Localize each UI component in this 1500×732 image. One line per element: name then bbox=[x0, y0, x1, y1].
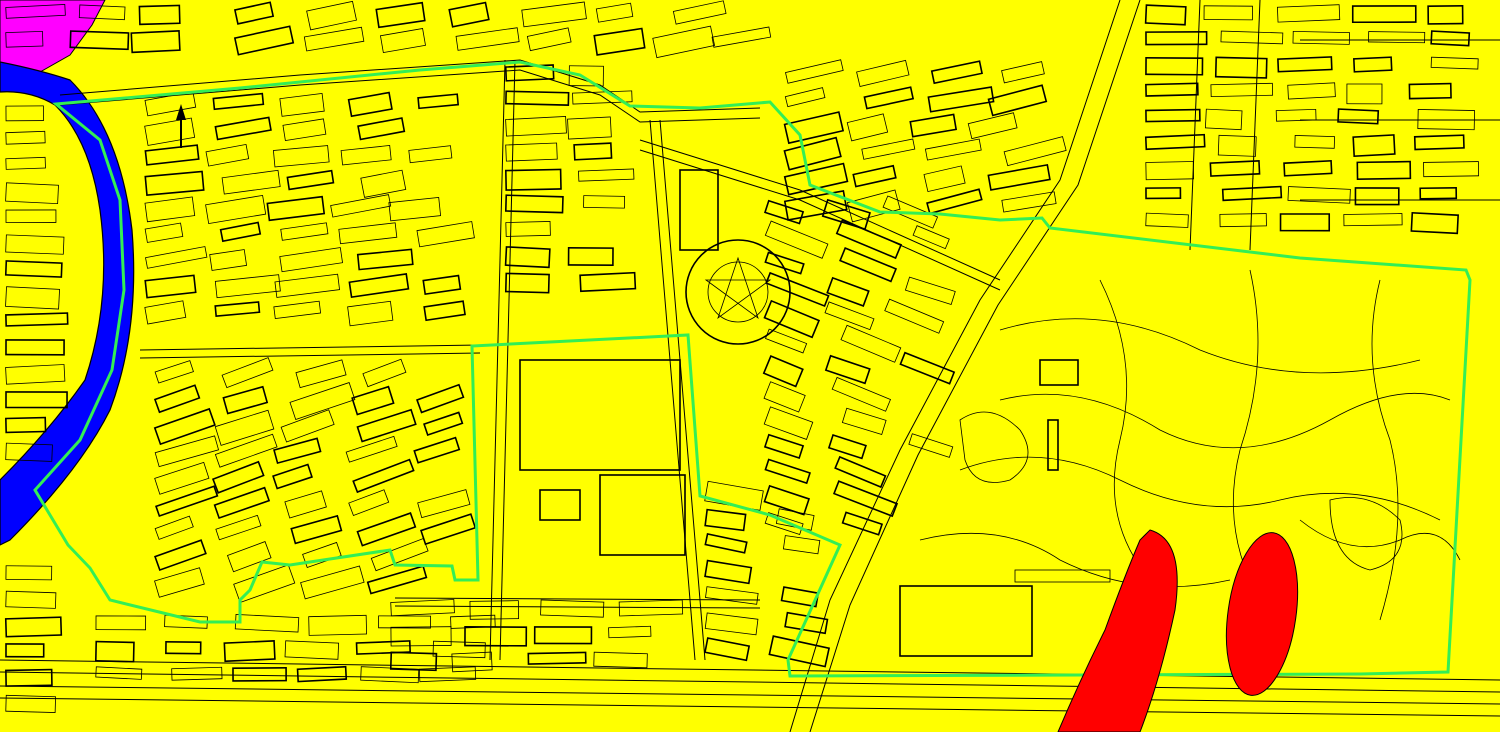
map-canvas[interactable] bbox=[0, 0, 1500, 732]
